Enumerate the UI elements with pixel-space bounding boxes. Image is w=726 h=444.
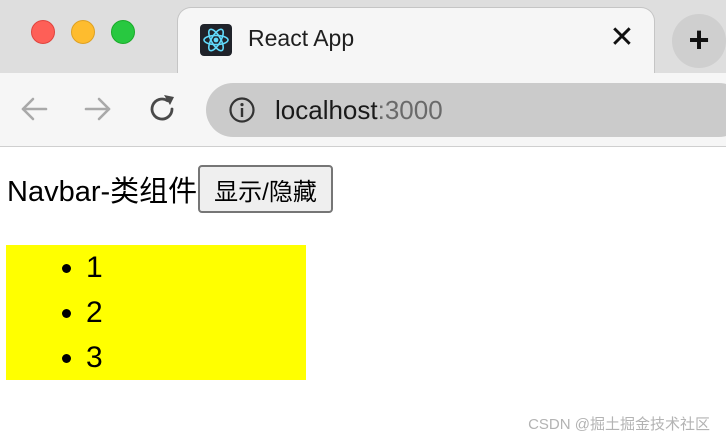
browser-window: React App ✕ + localhost:3000 Navbar-类组件 … — [0, 0, 726, 444]
window-close-button[interactable] — [31, 20, 55, 44]
tab-title: React App — [248, 25, 355, 51]
info-icon[interactable] — [228, 96, 256, 124]
tab-close-icon[interactable]: ✕ — [608, 23, 636, 53]
tab-strip: React App ✕ + — [0, 0, 726, 73]
back-arrow-icon[interactable] — [17, 92, 51, 126]
navbar: Navbar-类组件 显示/隐藏 — [7, 165, 333, 213]
watermark: CSDN @掘土掘金技术社区 — [528, 416, 710, 433]
list-item: 1 — [86, 245, 306, 290]
window-maximize-button[interactable] — [111, 20, 135, 44]
url-host: localhost — [275, 95, 378, 125]
navbar-title: Navbar-类组件 — [7, 176, 198, 208]
url-port: :3000 — [377, 95, 443, 125]
list-item: 3 — [86, 335, 306, 380]
tab-react-app[interactable]: React App ✕ — [177, 7, 655, 73]
address-bar[interactable]: localhost:3000 — [206, 83, 726, 137]
react-logo-icon — [200, 24, 232, 56]
window-minimize-button[interactable] — [71, 20, 95, 44]
reload-icon[interactable] — [145, 92, 179, 126]
list-item: 2 — [86, 290, 306, 335]
new-tab-button[interactable]: + — [672, 14, 726, 68]
sidebar-list: 1 2 3 — [6, 245, 306, 380]
page-content: Navbar-类组件 显示/隐藏 1 2 3 CSDN @掘土掘金技术社区 — [0, 147, 726, 444]
url-text[interactable]: localhost:3000 — [275, 95, 443, 126]
browser-toolbar: localhost:3000 — [0, 73, 726, 147]
forward-arrow-icon[interactable] — [81, 92, 115, 126]
toggle-visibility-button[interactable]: 显示/隐藏 — [198, 165, 333, 213]
